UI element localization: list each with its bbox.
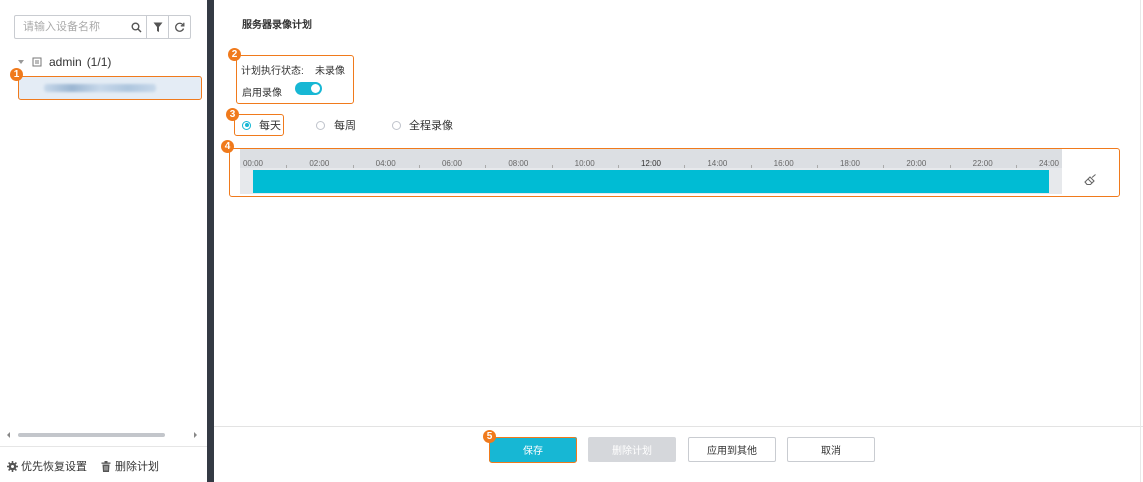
step-badge-5: 5 — [483, 430, 496, 443]
tree-root-user: admin — [49, 55, 82, 69]
right-border — [1140, 0, 1141, 482]
highlight-box-2 — [236, 55, 354, 104]
step-badge-4: 4 — [221, 140, 234, 153]
restore-priority-link[interactable]: 优先恢复设置 — [7, 459, 87, 473]
step-badge-1: 1 — [10, 68, 23, 81]
highlight-box-3 — [234, 114, 284, 136]
highlight-box-4 — [229, 148, 1120, 197]
cancel-button[interactable]: 取消 — [787, 437, 875, 462]
expand-arrow-icon[interactable] — [18, 60, 24, 64]
filter-icon — [153, 22, 162, 32]
delete-plan-link[interactable]: 删除计划 — [101, 459, 159, 473]
search-button[interactable] — [125, 16, 147, 38]
radio-weekly-indicator[interactable] — [316, 120, 325, 130]
sidebar-footer-divider — [0, 446, 207, 447]
radio-weekly[interactable]: 每周 — [316, 117, 356, 133]
panel-divider[interactable] — [207, 0, 214, 482]
restore-priority-label: 优先恢复设置 — [21, 461, 87, 473]
apply-to-others-button[interactable]: 应用到其他 — [688, 437, 776, 462]
horizontal-scrollbar-thumb[interactable] — [18, 433, 165, 437]
step-badge-3: 3 — [226, 108, 239, 121]
delete-plan-button[interactable]: 删除计划 — [588, 437, 676, 462]
refresh-icon — [175, 22, 185, 32]
scroll-left-arrow-icon[interactable] — [7, 432, 10, 438]
highlight-box-5 — [489, 437, 577, 463]
search-icon — [131, 22, 142, 33]
device-search-box — [14, 15, 191, 39]
highlight-box-1 — [18, 76, 202, 100]
filter-button[interactable] — [146, 16, 168, 38]
gear-icon — [7, 460, 18, 472]
footer-divider — [214, 426, 1143, 427]
page-title: 服务器录像计划 — [242, 20, 312, 31]
trash-icon — [101, 460, 111, 472]
radio-weekly-label: 每周 — [334, 120, 356, 132]
tree-root-count: (1/1) — [86, 55, 112, 69]
radio-full[interactable]: 全程录像 — [392, 117, 453, 133]
radio-full-indicator[interactable] — [392, 120, 401, 130]
radio-full-label: 全程录像 — [409, 120, 453, 132]
server-group-icon — [32, 57, 42, 67]
tree-root-admin[interactable]: admin (1/1) — [18, 54, 111, 70]
delete-plan-label: 删除计划 — [115, 461, 159, 473]
device-search-input[interactable] — [15, 16, 131, 38]
step-badge-2: 2 — [228, 48, 241, 61]
refresh-button[interactable] — [168, 16, 190, 38]
scroll-right-arrow-icon[interactable] — [194, 432, 197, 438]
